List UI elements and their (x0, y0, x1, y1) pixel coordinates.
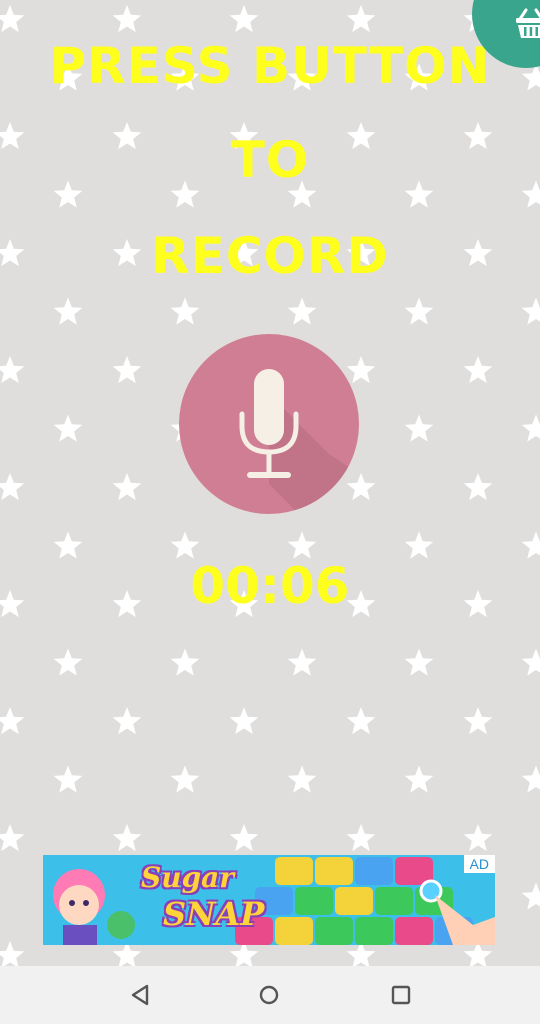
ad-artwork (43, 855, 495, 945)
star-decoration (170, 648, 200, 676)
star-decoration (53, 414, 83, 442)
star-decoration (112, 356, 142, 384)
basket-icon (516, 8, 540, 38)
ad-banner[interactable]: Sugar SNAP AD (43, 855, 495, 945)
star-decoration (287, 531, 317, 559)
star-decoration (170, 297, 200, 325)
recents-square-icon[interactable] (388, 982, 414, 1008)
ad-title-line-1: Sugar (141, 861, 235, 894)
star-decoration (229, 824, 259, 852)
star-decoration (53, 297, 83, 325)
title-line-1: PRESS BUTTON (49, 37, 491, 95)
back-triangle-icon[interactable] (127, 982, 153, 1008)
star-decoration (463, 473, 493, 501)
star-decoration (112, 824, 142, 852)
star-decoration (112, 707, 142, 735)
star-decoration (346, 5, 376, 33)
star-decoration (404, 531, 434, 559)
star-decoration (404, 297, 434, 325)
star-decoration (521, 882, 540, 910)
star-decoration (521, 297, 540, 325)
star-decoration (521, 531, 540, 559)
star-decoration (0, 824, 25, 852)
star-decoration (53, 531, 83, 559)
star-decoration (521, 765, 540, 793)
recording-timer: 00:06 (190, 557, 350, 615)
star-decoration (229, 707, 259, 735)
star-decoration (170, 531, 200, 559)
star-decoration (404, 765, 434, 793)
star-decoration (463, 356, 493, 384)
ad-title-line-2: SNAP (163, 895, 265, 933)
star-decoration (404, 648, 434, 676)
record-button[interactable] (179, 334, 359, 514)
star-decoration (287, 297, 317, 325)
star-decoration (0, 707, 25, 735)
star-decoration (112, 473, 142, 501)
title-line-3: RECORD (151, 227, 389, 285)
star-decoration (521, 414, 540, 442)
microphone-icon (239, 369, 359, 514)
star-decoration (404, 414, 434, 442)
star-decoration (346, 707, 376, 735)
star-decoration (53, 648, 83, 676)
star-decoration (0, 356, 25, 384)
star-decoration (287, 765, 317, 793)
star-decoration (112, 5, 142, 33)
star-decoration (170, 765, 200, 793)
star-decoration (287, 648, 317, 676)
home-circle-icon[interactable] (256, 982, 282, 1008)
star-decoration (463, 707, 493, 735)
star-decoration (521, 648, 540, 676)
star-decoration (463, 824, 493, 852)
ad-badge: AD (463, 855, 495, 873)
title-line-2: TO (230, 131, 310, 189)
star-decoration (53, 765, 83, 793)
star-decoration (0, 941, 25, 966)
star-decoration (0, 5, 25, 33)
star-decoration (0, 473, 25, 501)
system-navigation-bar (0, 966, 540, 1024)
star-decoration (229, 5, 259, 33)
app-screen: PRESS BUTTON TO RECORD 00:06 Sugar SNAP … (0, 0, 540, 966)
star-decoration (346, 824, 376, 852)
